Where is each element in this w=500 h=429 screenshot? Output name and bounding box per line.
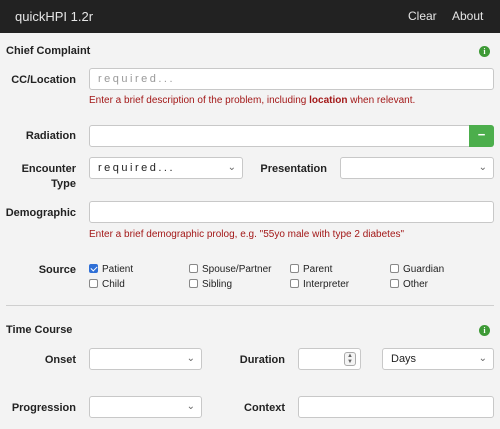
section-divider bbox=[6, 305, 494, 306]
radiation-label: Radiation bbox=[25, 130, 76, 142]
duration-input[interactable]: ▲ ▼ bbox=[298, 348, 361, 370]
cc-location-input[interactable]: required... bbox=[89, 68, 494, 90]
source-option-label: Parent bbox=[303, 264, 333, 275]
source-option-label: Interpreter bbox=[303, 279, 350, 290]
onset-select[interactable]: ⌄ bbox=[89, 348, 202, 370]
demographic-help: Enter a brief demographic prolog, e.g. "… bbox=[89, 229, 405, 240]
source-option-sibling[interactable]: Sibling bbox=[189, 279, 232, 291]
progression-select[interactable]: ⌄ bbox=[89, 396, 202, 418]
presentation-select[interactable]: ⌄ bbox=[340, 157, 494, 179]
onset-label: Onset bbox=[44, 354, 76, 366]
source-option-spouse-partner[interactable]: Spouse/Partner bbox=[189, 264, 272, 276]
checkbox[interactable] bbox=[390, 264, 399, 273]
remove-radiation-button[interactable]: − bbox=[469, 125, 494, 147]
checkbox[interactable] bbox=[189, 264, 198, 273]
chevron-down-icon: ⌄ bbox=[478, 162, 487, 173]
source-option-patient[interactable]: Patient bbox=[89, 264, 133, 276]
demographic-input[interactable] bbox=[89, 201, 494, 223]
source-option-label: Guardian bbox=[403, 264, 445, 275]
checkbox[interactable] bbox=[290, 279, 299, 288]
source-option-guardian[interactable]: Guardian bbox=[390, 264, 444, 276]
checkbox[interactable] bbox=[89, 279, 98, 288]
source-label: Source bbox=[38, 264, 76, 276]
duration-label: Duration bbox=[239, 354, 285, 366]
top-navbar: quickHPI 1.2r Clear About bbox=[0, 0, 500, 33]
encounter-type-label: Encounter Type bbox=[21, 163, 76, 190]
radiation-input[interactable] bbox=[89, 125, 470, 147]
chief-complaint-title: Chief Complaint bbox=[6, 45, 91, 57]
context-input[interactable] bbox=[298, 396, 494, 418]
source-option-label: Sibling bbox=[202, 279, 233, 290]
presentation-label: Presentation bbox=[260, 163, 327, 175]
chevron-down-icon: ⌄ bbox=[186, 401, 195, 412]
about-link[interactable]: About bbox=[452, 9, 483, 23]
checkbox[interactable] bbox=[189, 279, 198, 288]
info-icon[interactable]: i bbox=[479, 325, 490, 336]
checkbox[interactable] bbox=[390, 279, 399, 288]
chevron-down-icon: ⌄ bbox=[186, 353, 195, 364]
source-option-label: Patient bbox=[102, 264, 134, 275]
chevron-down-icon: ⌄ bbox=[227, 162, 236, 173]
stepper-icon[interactable]: ▲ ▼ bbox=[344, 352, 356, 366]
source-option-label: Child bbox=[102, 279, 125, 290]
source-option-label: Other bbox=[403, 279, 429, 290]
progression-label: Progression bbox=[11, 402, 76, 414]
source-option-parent[interactable]: Parent bbox=[290, 264, 332, 276]
chevron-down-icon: ⌄ bbox=[478, 353, 487, 364]
source-option-child[interactable]: Child bbox=[89, 279, 125, 291]
source-option-interpreter[interactable]: Interpreter bbox=[290, 279, 349, 291]
context-label: Context bbox=[244, 402, 285, 414]
encounter-type-select[interactable]: required... ⌄ bbox=[89, 157, 243, 179]
source-option-label: Spouse/Partner bbox=[202, 264, 272, 275]
clear-link[interactable]: Clear bbox=[408, 9, 437, 23]
cc-location-label: CC/Location bbox=[11, 74, 76, 86]
info-icon[interactable]: i bbox=[479, 46, 490, 57]
cc-location-help: Enter a brief description of the problem… bbox=[89, 95, 416, 106]
time-course-title: Time Course bbox=[6, 324, 73, 336]
checkbox-checked[interactable] bbox=[89, 264, 98, 273]
duration-unit-select[interactable]: Days ⌄ bbox=[382, 348, 494, 370]
checkbox[interactable] bbox=[290, 264, 299, 273]
app-title[interactable]: quickHPI 1.2r bbox=[15, 9, 93, 24]
source-option-other[interactable]: Other bbox=[390, 279, 428, 291]
demographic-label: Demographic bbox=[5, 207, 76, 219]
